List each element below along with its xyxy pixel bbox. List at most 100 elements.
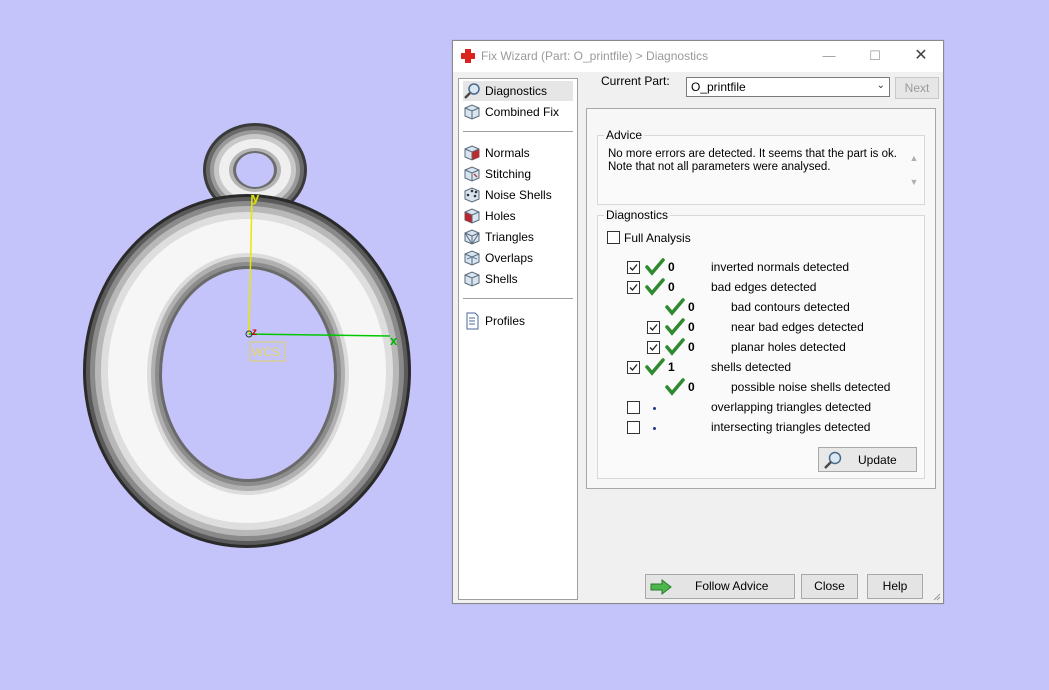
diagnostics-title: Diagnostics xyxy=(604,208,671,222)
magnifier-icon xyxy=(824,451,842,469)
advice-title: Advice xyxy=(604,128,645,142)
inverted-normals-checkbox[interactable] xyxy=(627,261,640,274)
stitching-cube-icon xyxy=(464,166,480,182)
arrow-right-icon xyxy=(650,578,672,595)
minimize-button[interactable]: — xyxy=(809,44,849,68)
wizard-nav: Diagnostics Combined Fix Normals Stitchi… xyxy=(458,78,578,600)
planar-holes-checkbox[interactable] xyxy=(647,341,660,354)
shells-count: 1 xyxy=(668,360,675,374)
resize-grip-icon[interactable] xyxy=(931,591,941,601)
overlaps-cube-icon xyxy=(464,250,480,266)
green-check-icon xyxy=(665,298,685,316)
planar-holes-count: 0 xyxy=(688,340,695,354)
nav-item-label: Normals xyxy=(485,146,530,160)
nav-item-label: Profiles xyxy=(485,314,526,328)
letter-o-shape xyxy=(83,194,411,548)
intersecting-triangles-checkbox[interactable] xyxy=(627,421,640,434)
green-check-icon xyxy=(645,278,665,296)
intersecting-triangles-label: intersecting triangles detected xyxy=(711,420,871,434)
chevron-down-icon: ⌄ xyxy=(876,80,885,91)
full-analysis-label: Full Analysis xyxy=(624,231,691,245)
nav-item-label: Overlaps xyxy=(485,251,534,265)
advice-text: No more errors are detected. It seems th… xyxy=(608,148,898,174)
holes-cube-icon xyxy=(464,208,480,224)
nav-item-combined-fix[interactable]: Combined Fix xyxy=(463,102,559,122)
noise-shells-label: possible noise shells detected xyxy=(731,380,891,394)
close-window-button[interactable]: ✕ xyxy=(901,44,941,68)
nav-item-noise-shells[interactable]: Noise Shells xyxy=(463,185,552,205)
nav-item-label: Combined Fix xyxy=(485,105,560,119)
nav-item-label: Shells xyxy=(485,272,518,286)
follow-advice-label: Follow Advice xyxy=(695,579,769,593)
nav-item-label: Holes xyxy=(485,209,516,223)
scroll-up-icon[interactable]: ▲ xyxy=(907,146,921,170)
pending-dot-icon xyxy=(653,427,656,430)
green-check-icon xyxy=(665,378,685,396)
current-part-select[interactable]: O_printfile ⌄ xyxy=(686,77,890,97)
full-analysis-checkbox[interactable] xyxy=(607,231,620,244)
title-bar[interactable]: Fix Wizard (Part: O_printfile) > Diagnos… xyxy=(453,41,943,72)
near-bad-edges-checkbox[interactable] xyxy=(647,321,660,334)
shells-checkbox[interactable] xyxy=(627,361,640,374)
wcs-label: WCS xyxy=(252,345,280,359)
shells-cube-icon xyxy=(464,271,480,287)
help-button[interactable]: Help xyxy=(867,574,923,599)
nav-item-normals[interactable]: Normals xyxy=(463,143,530,163)
advice-scrollbar[interactable]: ▲ ▼ xyxy=(907,146,921,194)
y-axis-label: y xyxy=(252,190,260,205)
nav-item-diagnostics[interactable]: Diagnostics xyxy=(463,81,573,101)
next-button[interactable]: Next xyxy=(895,77,939,99)
near-bad-edges-count: 0 xyxy=(688,320,695,334)
checkmark-icon xyxy=(629,264,638,271)
current-part-value: O_printfile xyxy=(691,80,746,94)
fix-wizard-dialog: Fix Wizard (Part: O_printfile) > Diagnos… xyxy=(452,40,944,604)
nav-item-label: Noise Shells xyxy=(485,188,552,202)
inverted-normals-count: 0 xyxy=(668,260,675,274)
part-model xyxy=(83,123,411,548)
window-title: Fix Wizard (Part: O_printfile) > Diagnos… xyxy=(481,49,709,63)
advice-line-1: No more errors are detected. It seems th… xyxy=(608,148,897,160)
noise-shells-count: 0 xyxy=(688,380,695,394)
bad-edges-count: 0 xyxy=(668,280,675,294)
overlapping-triangles-checkbox[interactable] xyxy=(627,401,640,414)
close-button[interactable]: Close xyxy=(801,574,858,599)
bad-edges-label: bad edges detected xyxy=(711,280,817,294)
update-label: Update xyxy=(858,452,897,467)
minimize-icon: — xyxy=(822,48,836,63)
green-check-icon xyxy=(665,338,685,356)
nav-item-shells[interactable]: Shells xyxy=(463,269,518,289)
checkmark-icon xyxy=(629,284,638,291)
pending-dot-icon xyxy=(653,407,656,410)
follow-advice-button[interactable]: Follow Advice xyxy=(645,574,795,599)
nav-item-profiles[interactable]: Profiles xyxy=(463,311,525,331)
advice-line-2: Note that not all parameters were analys… xyxy=(608,161,831,173)
green-check-icon xyxy=(645,358,665,376)
nav-item-triangles[interactable]: Triangles xyxy=(463,227,534,247)
scroll-down-icon[interactable]: ▼ xyxy=(907,170,921,194)
planar-holes-label: planar holes detected xyxy=(731,340,846,354)
bad-edges-checkbox[interactable] xyxy=(627,281,640,294)
overlapping-triangles-label: overlapping triangles detected xyxy=(711,400,872,414)
triangles-cube-icon xyxy=(464,229,480,245)
checkmark-icon xyxy=(629,364,638,371)
checkmark-icon xyxy=(649,344,658,351)
close-icon: ✕ xyxy=(914,47,928,64)
red-cross-icon xyxy=(461,49,475,63)
advice-group: Advice No more errors are detected. It s… xyxy=(597,128,925,205)
maximize-button[interactable]: ☐ xyxy=(855,44,895,68)
nav-divider xyxy=(463,298,573,299)
z-axis-label: z xyxy=(252,327,257,338)
3d-viewport[interactable]: y x z WCS xyxy=(0,0,450,690)
shells-label: shells detected xyxy=(711,360,792,374)
inverted-normals-label: inverted normals detected xyxy=(711,260,850,274)
cube-icon xyxy=(464,104,480,120)
nav-item-overlaps[interactable]: Overlaps xyxy=(463,248,533,268)
nav-item-holes[interactable]: Holes xyxy=(463,206,516,226)
update-button[interactable]: Update xyxy=(818,447,917,472)
diagnostics-group: Diagnostics Full Analysis 0 inverted nor… xyxy=(597,208,925,479)
maximize-icon: ☐ xyxy=(869,48,881,63)
document-icon xyxy=(466,312,479,330)
nav-item-stitching[interactable]: Stitching xyxy=(463,164,531,184)
green-check-icon xyxy=(645,258,665,276)
nav-item-label: Diagnostics xyxy=(485,84,548,98)
